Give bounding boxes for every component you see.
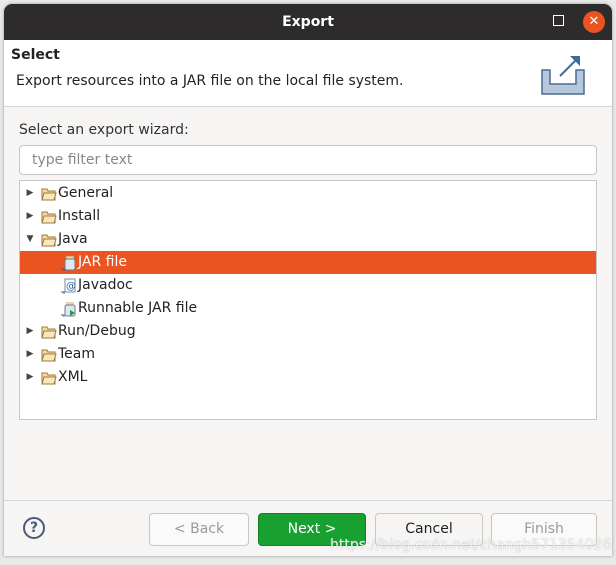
expand-arrow-icon[interactable]: ▶ — [25, 320, 35, 343]
expand-arrow-icon[interactable]: ▶ — [25, 182, 35, 205]
window-title: Export — [282, 14, 334, 30]
runnable-jar-icon — [61, 301, 77, 317]
tree-item-run-debug[interactable]: ▶ Run/Debug — [20, 320, 596, 343]
tree-item-label: Runnable JAR file — [78, 300, 198, 316]
svg-text:@: @ — [66, 281, 76, 292]
wizard-header: Select Export resources into a JAR file … — [4, 40, 612, 107]
tree-item-label: General — [58, 185, 114, 201]
folder-icon — [41, 370, 57, 385]
folder-icon — [41, 324, 57, 339]
page-title: Select — [11, 47, 60, 63]
folder-icon — [41, 209, 57, 224]
expand-arrow-icon[interactable]: ▶ — [25, 366, 35, 389]
folder-icon — [41, 186, 57, 201]
tree-item-team[interactable]: ▶ Team — [20, 343, 596, 366]
expand-arrow-icon[interactable]: ▶ — [25, 205, 35, 228]
tree-item-label: Install — [58, 208, 101, 224]
filter-input[interactable] — [19, 145, 597, 175]
watermark: https://blog.csdn.net/zhangh571354026 — [330, 537, 612, 553]
folder-icon — [41, 232, 57, 247]
page-description: Export resources into a JAR file on the … — [16, 73, 404, 89]
tree-item-label: Team — [58, 346, 96, 362]
tree-item-jar-file[interactable]: JAR file — [20, 251, 596, 274]
tree-item-label: XML — [58, 369, 88, 385]
tree-item-install[interactable]: ▶ Install — [20, 205, 596, 228]
tree-item-java[interactable]: ▼ Java — [20, 228, 596, 251]
maximize-button[interactable] — [553, 15, 564, 26]
help-icon[interactable]: ? — [23, 517, 45, 539]
folder-icon — [41, 347, 57, 362]
tree-item-javadoc[interactable]: @ Javadoc — [20, 274, 596, 297]
wizard-tree: ▶ General ▶ Install ▼ Java JAR file @ Javadoc Run… — [19, 180, 597, 420]
title-bar: Export ✕ — [4, 4, 612, 40]
tree-item-label: Java — [58, 231, 88, 247]
tree-item-xml[interactable]: ▶ XML — [20, 366, 596, 389]
close-button[interactable]: ✕ — [583, 11, 605, 33]
jar-icon — [61, 255, 77, 271]
tree-item-label: Run/Debug — [58, 323, 136, 339]
expand-arrow-icon[interactable]: ▶ — [25, 343, 35, 366]
export-dialog: Export ✕ Select Export resources into a … — [4, 4, 612, 556]
wizard-label: Select an export wizard: — [19, 122, 189, 138]
tree-item-label: JAR file — [78, 254, 127, 270]
tree-item-runnable-jar-file[interactable]: Runnable JAR file — [20, 297, 596, 320]
back-button[interactable]: < Back — [149, 513, 249, 546]
tree-item-general[interactable]: ▶ General — [20, 182, 596, 205]
divider — [4, 500, 612, 501]
collapse-arrow-icon[interactable]: ▼ — [25, 228, 35, 251]
javadoc-icon: @ — [61, 278, 77, 294]
export-icon — [541, 56, 585, 95]
tree-item-label: Javadoc — [78, 277, 133, 293]
